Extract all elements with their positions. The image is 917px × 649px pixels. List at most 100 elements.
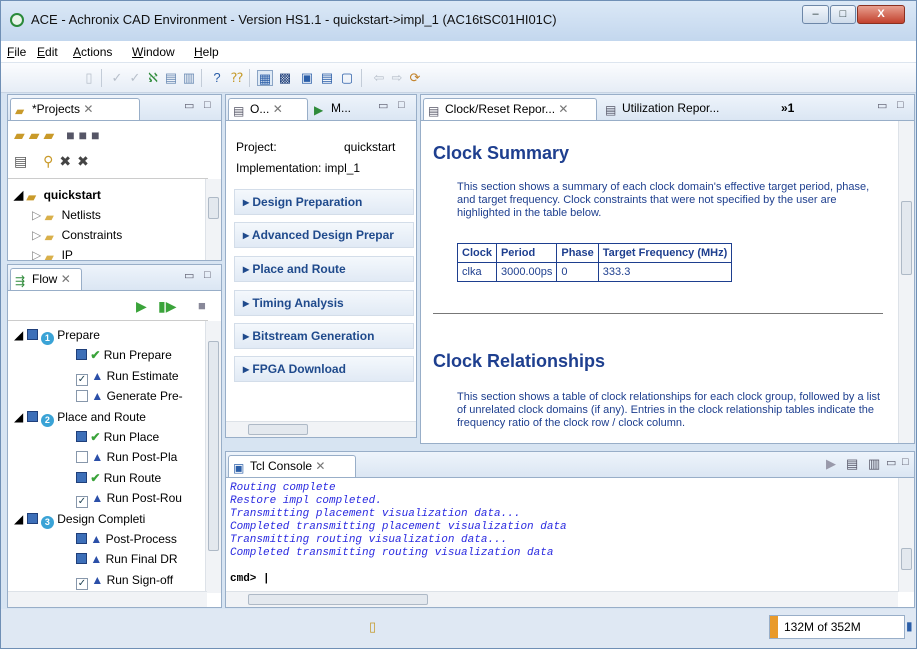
flow-step[interactable]: ✔ Run Route: [76, 468, 161, 488]
tab-utilization-report[interactable]: ▤ Utilization Repor...: [601, 98, 761, 120]
stage-checkbox[interactable]: [26, 512, 38, 524]
flow-hscrollbar[interactable]: [8, 591, 207, 607]
step-checkbox[interactable]: [76, 532, 87, 544]
validate-icon[interactable]: ✓: [109, 70, 125, 86]
section-place-and-route[interactable]: ▸ Place and Route: [234, 256, 414, 282]
run-flow-icon[interactable]: ▶: [136, 298, 147, 315]
search-view-icon[interactable]: ▢: [339, 70, 355, 86]
step-checkbox[interactable]: [76, 430, 87, 442]
options-hscrollbar[interactable]: [226, 421, 416, 437]
maximize-view-icon[interactable]: □: [902, 456, 909, 468]
clipboard-icon[interactable]: ▥: [181, 70, 197, 86]
tab-options[interactable]: ▤ O... ✕: [228, 98, 308, 120]
clear-console-icon[interactable]: ▤: [846, 456, 858, 472]
critical-path-icon[interactable]: ▣: [299, 70, 315, 86]
step-checkbox[interactable]: ✓: [76, 373, 88, 386]
floorplan-icon[interactable]: ▦: [257, 70, 273, 86]
flow-step[interactable]: ▲ Run Final DR: [76, 549, 178, 569]
console-hscrollbar[interactable]: [226, 591, 898, 607]
minimize-view-icon[interactable]: ▭: [184, 269, 194, 282]
navigate-icon[interactable]: ⟳: [407, 70, 423, 86]
stop-icon[interactable]: ■: [198, 298, 206, 313]
close-tab-icon[interactable]: ✕: [61, 272, 71, 286]
section-bitstream-generation[interactable]: ▸ Bitstream Generation: [234, 323, 414, 349]
maximize-view-icon[interactable]: □: [897, 99, 904, 111]
step-checkbox[interactable]: [76, 451, 88, 463]
flow-step[interactable]: ✔ Run Prepare: [76, 345, 172, 365]
section-advanced-design-preparation[interactable]: ▸ Advanced Design Prepar: [234, 222, 414, 248]
tab-projects[interactable]: ▰ *Projects ✕: [10, 98, 140, 120]
close-tab-icon[interactable]: ✕: [83, 102, 93, 116]
maximize-view-icon[interactable]: □: [204, 99, 211, 111]
tab-overflow[interactable]: »1: [777, 98, 807, 120]
flow-step[interactable]: ✓ ▲ Run Post-Rou: [76, 488, 182, 508]
tab-tcl-console[interactable]: ▣ Tcl Console ✕: [228, 455, 356, 477]
maximize-button[interactable]: □: [830, 5, 856, 24]
tree-node-ip[interactable]: ▷ ▰ IP: [32, 245, 73, 260]
netlist-browser-icon[interactable]: ▤: [319, 70, 335, 86]
maximize-view-icon[interactable]: □: [204, 269, 211, 281]
flow-step[interactable]: ▲ Generate Pre-: [76, 386, 183, 406]
project-actions-toolbar[interactable]: ▰▰▰ ■■■: [14, 127, 104, 144]
tree-node-constraints[interactable]: ▷ ▰ Constraints: [32, 225, 122, 245]
close-tab-icon[interactable]: ✕: [558, 102, 568, 116]
minimize-view-icon[interactable]: ▭: [378, 99, 388, 112]
tab-modules[interactable]: ▶ M...: [310, 98, 366, 120]
flow-scrollbar[interactable]: [205, 321, 221, 593]
project-edit-toolbar[interactable]: ▤ ⚲✖✖: [14, 153, 95, 170]
flow-step[interactable]: ✓ ▲ Run Estimate: [76, 366, 179, 386]
project-root-node[interactable]: ◢ ▰ quickstart: [14, 185, 101, 205]
close-tab-icon[interactable]: ✕: [315, 459, 325, 473]
stage-checkbox[interactable]: [26, 329, 38, 340]
document-icon[interactable]: ▤: [163, 70, 179, 86]
flow-group-1[interactable]: ◢ 1 Prepare: [14, 325, 100, 345]
package-icon[interactable]: ▩: [277, 70, 293, 86]
minimize-view-icon[interactable]: ▭: [184, 99, 194, 112]
minimize-view-icon[interactable]: ▭: [886, 456, 896, 469]
heap-status[interactable]: 132M of 352M: [769, 615, 905, 639]
reports-scrollbar[interactable]: [898, 121, 914, 443]
minimize-view-icon[interactable]: ▭: [877, 99, 887, 112]
menu-edit[interactable]: Edit: [37, 45, 58, 59]
tree-node-netlists[interactable]: ▷ ▰ Netlists: [32, 205, 101, 225]
tab-flow[interactable]: ⇶ Flow ✕: [10, 268, 82, 290]
minimize-button[interactable]: –: [802, 5, 829, 24]
section-design-preparation[interactable]: ▸ Design Preparation: [234, 189, 414, 215]
menu-actions[interactable]: Actions: [73, 45, 112, 59]
console-menu-icon[interactable]: ▥: [868, 456, 880, 472]
menu-window[interactable]: Window: [132, 45, 175, 59]
step-checkbox[interactable]: ✓: [76, 577, 88, 590]
tab-clock-reset-report[interactable]: ▤ Clock/Reset Repor... ✕: [423, 98, 597, 120]
flow-step[interactable]: ▲ Post-Process: [76, 529, 177, 549]
section-timing-analysis[interactable]: ▸ Timing Analysis: [234, 290, 414, 316]
console-prompt[interactable]: cmd> |: [230, 573, 270, 586]
step-checkbox[interactable]: ✓: [76, 496, 88, 508]
maximize-view-icon[interactable]: □: [398, 99, 405, 111]
flow-step[interactable]: ✓ ▲ Run Sign-off: [76, 570, 173, 590]
back-arrow-icon[interactable]: ⇦: [371, 70, 387, 86]
step-checkbox[interactable]: [76, 349, 87, 360]
flow-group-3[interactable]: ◢ 3 Design Completi: [14, 509, 145, 529]
step-checkbox[interactable]: [76, 553, 87, 564]
menu-file[interactable]: File: [7, 45, 26, 59]
contextual-help-icon[interactable]: ⁇: [229, 70, 245, 86]
run-script-icon[interactable]: ▶: [826, 456, 836, 472]
forward-arrow-icon[interactable]: ⇨: [389, 70, 405, 86]
flow-step[interactable]: ✔ Run Place: [76, 427, 159, 447]
help-icon[interactable]: ?: [209, 70, 225, 86]
close-tab-icon[interactable]: ✕: [273, 102, 283, 116]
validate-all-icon[interactable]: ✓: [127, 70, 143, 86]
garbage-collect-icon[interactable]: ▮: [906, 619, 913, 633]
step-checkbox[interactable]: [76, 471, 87, 483]
console-scrollbar[interactable]: [898, 478, 914, 592]
new-file-icon[interactable]: ▯: [81, 70, 97, 86]
step-checkbox[interactable]: [76, 390, 88, 402]
close-button[interactable]: X: [857, 5, 905, 24]
section-fpga-download[interactable]: ▸ FPGA Download: [234, 356, 414, 382]
wand-icon[interactable]: ℵ: [145, 70, 161, 86]
menu-help[interactable]: Help: [194, 45, 219, 59]
projects-scrollbar[interactable]: [205, 179, 221, 260]
stage-checkbox[interactable]: [26, 410, 38, 422]
run-step-icon[interactable]: ▮▶: [158, 298, 176, 315]
flow-step[interactable]: ▲ Run Post-Pla: [76, 447, 177, 467]
